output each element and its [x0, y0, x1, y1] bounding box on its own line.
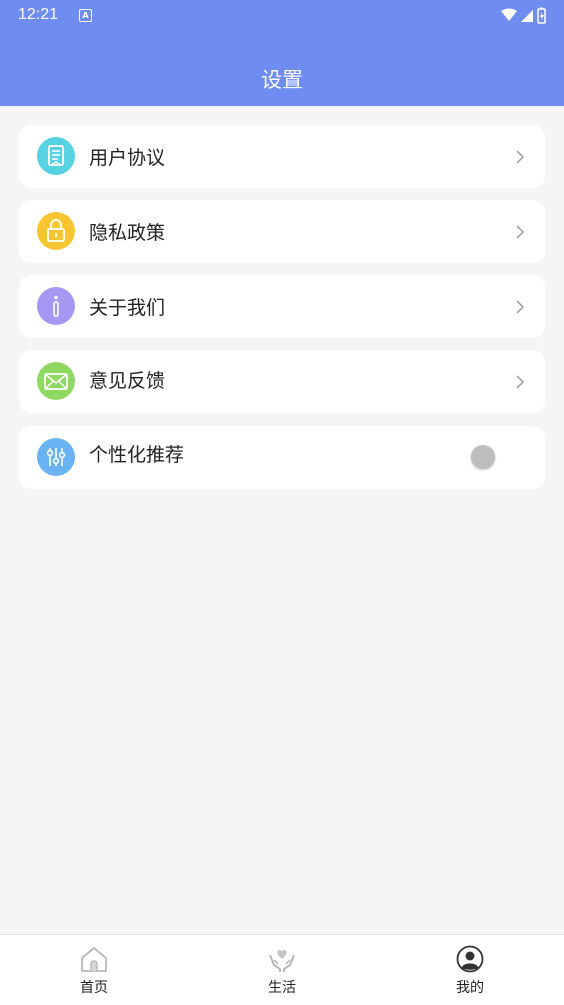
user-icon [456, 945, 484, 973]
settings-item-privacy-policy[interactable]: 隐私政策 [19, 200, 545, 263]
chevron-right-icon [516, 375, 525, 389]
notification-a-icon: A [79, 9, 92, 22]
status-bar: 12:21 A [0, 0, 564, 32]
settings-item-label: 关于我们 [89, 297, 166, 319]
settings-item-about-us[interactable]: 关于我们 [19, 275, 545, 338]
settings-item-user-agreement[interactable]: 用户协议 [19, 125, 545, 188]
tab-home-label: 首页 [80, 980, 108, 996]
system-icons [500, 7, 548, 29]
page-title: 设置 [261, 68, 303, 92]
lock-icon [37, 212, 75, 250]
personalized-recommendation-toggle[interactable] [471, 445, 495, 469]
settings-item-label: 隐私政策 [89, 222, 166, 244]
tab-life-label: 生活 [268, 980, 296, 996]
app-bar: 设置 [0, 32, 564, 106]
tab-mine-label: 我的 [456, 980, 484, 996]
mail-icon [37, 362, 75, 400]
sliders-icon [37, 438, 75, 476]
settings-item-feedback[interactable]: 意见反馈 [19, 350, 545, 413]
tab-home[interactable]: 首页 [0, 935, 188, 1005]
chevron-right-icon [516, 300, 525, 314]
settings-item-label: 用户协议 [89, 147, 166, 169]
settings-item-personalized-recommendation: 个性化推荐 [19, 426, 545, 489]
home-icon [81, 947, 107, 972]
chevron-right-icon [516, 225, 525, 239]
settings-item-label: 意见反馈 [89, 370, 166, 392]
chevron-right-icon [516, 150, 525, 164]
bottom-tab-bar: 首页 生活 我的 [0, 934, 564, 1005]
tab-life[interactable]: 生活 [188, 935, 376, 1005]
heart-hands-icon [269, 949, 295, 972]
settings-item-label: 个性化推荐 [89, 444, 185, 466]
status-time: 12:21 [18, 6, 59, 23]
info-icon [37, 287, 75, 325]
tab-mine[interactable]: 我的 [376, 935, 564, 1005]
document-icon [37, 137, 75, 175]
signal-battery-icon [501, 7, 546, 24]
